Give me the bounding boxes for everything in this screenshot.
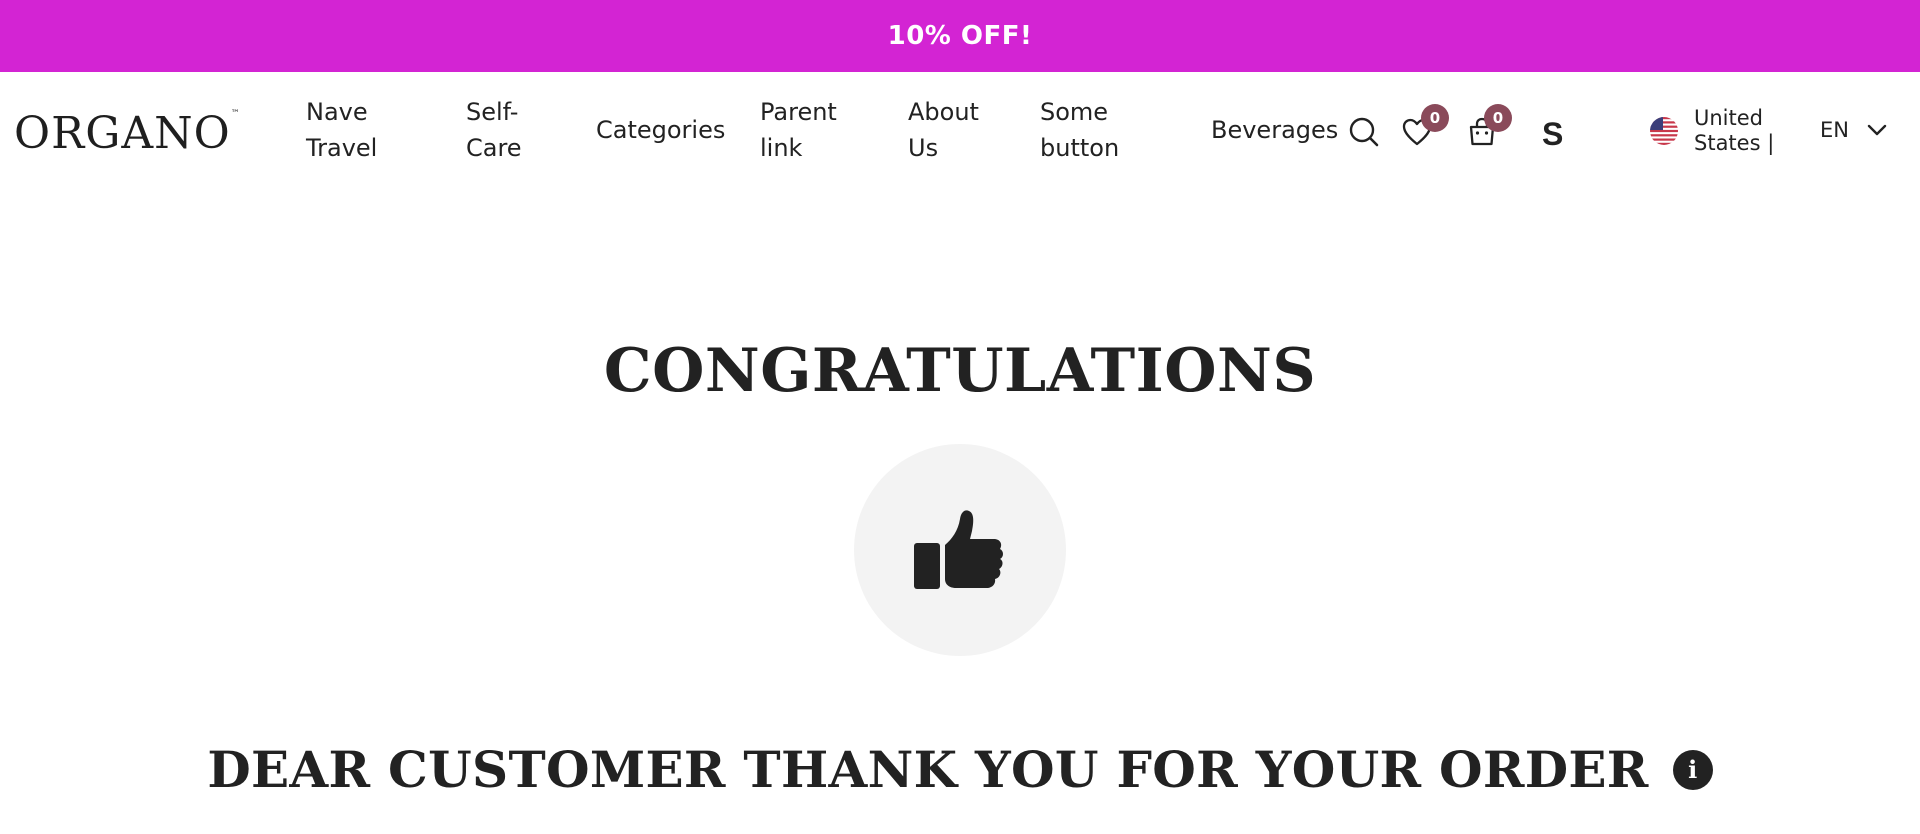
promo-banner[interactable]: 10% OFF! xyxy=(0,0,1920,72)
wishlist-count-badge: 0 xyxy=(1421,104,1449,132)
nav-label-line2: Travel xyxy=(306,134,378,162)
nav-item-nave-travel[interactable]: Nave Travel xyxy=(306,94,426,166)
nav-label-line2: button xyxy=(1040,134,1120,162)
site-header: ORGANO ™ Nave Travel Self- Care Categorie… xyxy=(0,72,1920,190)
language-label: EN xyxy=(1820,118,1849,142)
nav-item-some-button[interactable]: Some button xyxy=(1040,94,1160,166)
us-flag-icon xyxy=(1650,117,1678,145)
region-selector[interactable]: United States | xyxy=(1650,106,1794,156)
page-title: CONGRATULATIONS xyxy=(603,336,1317,406)
thank-you-row: DEAR CUSTOMER THANK YOU FOR YOUR ORDER i xyxy=(0,740,1920,799)
region-line2: States | xyxy=(1694,131,1775,155)
promo-text: 10% OFF! xyxy=(887,21,1033,51)
chevron-down-icon xyxy=(1867,124,1887,136)
nav-label-line2: Us xyxy=(908,134,939,162)
logo[interactable]: ORGANO ™ xyxy=(14,110,240,156)
info-icon[interactable]: i xyxy=(1672,749,1713,790)
nav-item-self-care[interactable]: Self- Care xyxy=(466,94,586,166)
nav-label-line1: Categories xyxy=(596,116,726,144)
nav-label-line1: About xyxy=(908,98,979,126)
logo-text: ORGANO xyxy=(14,108,231,159)
wishlist-button[interactable]: 0 xyxy=(1401,104,1449,152)
nav-label-line1: Nave xyxy=(306,98,368,126)
nav-label-line2: Care xyxy=(466,134,522,162)
cart-count-badge: 0 xyxy=(1484,104,1512,132)
language-selector[interactable]: EN xyxy=(1820,118,1887,142)
nav-label-line1: Some xyxy=(1040,98,1109,126)
region-line1: United xyxy=(1694,106,1763,130)
search-button[interactable] xyxy=(1348,116,1380,152)
nav-label-line1: Beverages xyxy=(1211,116,1339,144)
trademark-mark: ™ xyxy=(230,109,241,119)
nav-label-line2: link xyxy=(760,134,803,162)
thumbs-up-badge xyxy=(854,444,1066,656)
region-label: United States | xyxy=(1694,106,1794,156)
nav-label-line1: Self- xyxy=(466,98,519,126)
search-icon xyxy=(1349,117,1379,147)
nav-item-categories[interactable]: Categories xyxy=(596,112,725,148)
cart-button[interactable]: 0 xyxy=(1466,104,1512,152)
nav-label-line1: Parent xyxy=(760,98,837,126)
nav-item-about-us[interactable]: About Us xyxy=(908,94,1028,166)
nav-item-parent-link[interactable]: Parent link xyxy=(760,94,880,166)
user-account-button[interactable]: S xyxy=(1542,116,1563,153)
thank-you-message: DEAR CUSTOMER THANK YOU FOR YOUR ORDER xyxy=(207,740,1649,799)
nav-item-beverages[interactable]: Beverages xyxy=(1211,112,1338,148)
thumbs-up-icon xyxy=(914,510,1003,589)
